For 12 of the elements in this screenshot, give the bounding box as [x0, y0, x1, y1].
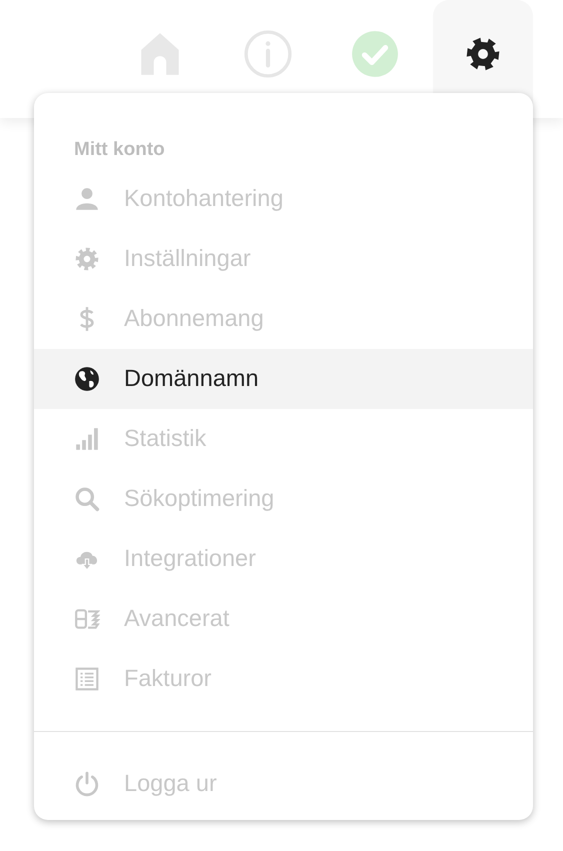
- power-icon: [74, 771, 100, 797]
- list-icon: [74, 666, 100, 692]
- info-icon: [242, 29, 293, 79]
- bar-chart-icon: [74, 426, 100, 452]
- settings-icon: [74, 246, 100, 272]
- menu-heading: Mitt konto: [73, 138, 166, 162]
- check-icon: [350, 29, 400, 79]
- user-icon: [74, 186, 100, 212]
- globe-icon: [74, 366, 100, 392]
- search-icon: [74, 486, 100, 512]
- menu-item[interactable]: Domännamn: [34, 349, 533, 409]
- settings-icon: [464, 36, 501, 72]
